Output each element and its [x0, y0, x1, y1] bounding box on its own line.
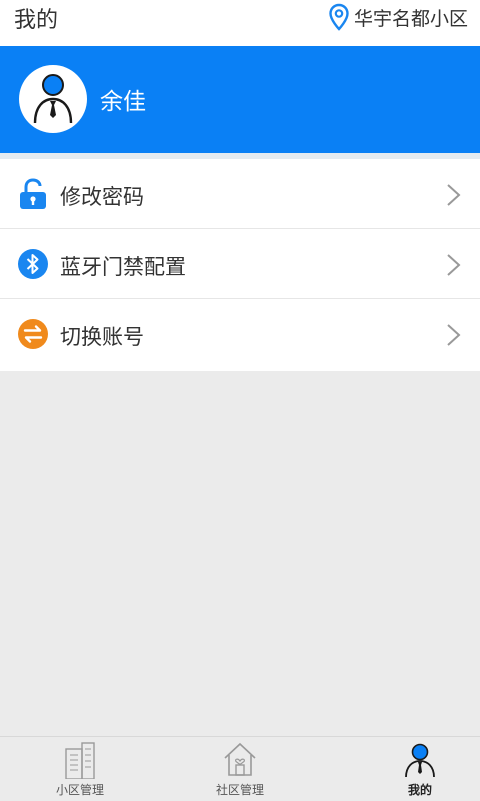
unlock-icon: [20, 178, 46, 209]
swap-icon: [18, 319, 48, 349]
user-avatar-icon[interactable]: [19, 65, 87, 133]
tab-community-management[interactable]: 小区管理: [0, 737, 160, 801]
menu-item-label: 切换账号: [60, 325, 144, 349]
house-heart-icon: [224, 742, 256, 776]
bottom-tab-bar: 小区管理 社区管理 我的: [0, 736, 480, 800]
menu-item-label: 修改密码: [60, 185, 144, 209]
settings-menu: 修改密码 蓝牙门禁配置 切换账号: [0, 159, 480, 371]
menu-item-switch-account[interactable]: 切换账号: [0, 299, 480, 371]
tab-mine[interactable]: 我的: [340, 737, 480, 801]
tab-label: 我的: [407, 783, 432, 797]
location-selector[interactable]: 华宇名都小区: [328, 2, 468, 32]
menu-item-bluetooth-access[interactable]: 蓝牙门禁配置: [0, 229, 480, 299]
chevron-right-icon: [447, 324, 461, 346]
tab-label: 小区管理: [55, 783, 104, 797]
chevron-right-icon: [447, 184, 461, 206]
username: 余佳: [100, 89, 146, 115]
profile-card[interactable]: 余佳: [0, 46, 480, 153]
building-icon: [65, 742, 95, 779]
page-title: 我的: [14, 8, 59, 33]
tab-label: 社区管理: [215, 783, 264, 797]
map-pin-icon: [329, 3, 349, 31]
location-name: 华宇名都小区: [353, 7, 468, 30]
top-bar: 我的 华宇名都小区: [0, 0, 480, 46]
menu-item-label: 蓝牙门禁配置: [60, 255, 186, 279]
chevron-right-icon: [447, 254, 461, 276]
user-icon: [405, 743, 435, 778]
menu-item-change-password[interactable]: 修改密码: [0, 159, 480, 229]
bluetooth-icon: [18, 249, 48, 279]
tab-district-management[interactable]: 社区管理: [160, 737, 320, 801]
